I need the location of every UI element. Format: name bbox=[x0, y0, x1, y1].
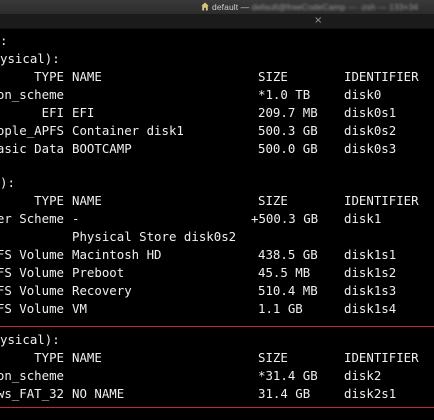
row-identifier: disk1 bbox=[344, 211, 382, 226]
disk1-column-headers: TYPE NAME SIZE IDENTIFIER bbox=[0, 192, 434, 210]
row-name: - bbox=[72, 211, 80, 226]
row-size: +500.3 GB bbox=[251, 211, 319, 226]
column-header-name: NAME bbox=[72, 350, 102, 365]
row-type: FS Volume bbox=[0, 283, 64, 298]
row-identifier: disk0s3 bbox=[344, 141, 397, 156]
row-name: VM bbox=[72, 301, 87, 316]
column-header-size: SIZE bbox=[258, 350, 288, 365]
row-type: FS Volume bbox=[0, 265, 64, 280]
window-title: default — default@freeCodeCamp — -zsh — … bbox=[212, 2, 418, 12]
disk0-column-headers: TYPE NAME SIZE IDENTIFIER bbox=[0, 68, 434, 86]
column-header-identifier: IDENTIFIER bbox=[344, 193, 419, 208]
column-header-type: TYPE bbox=[34, 350, 64, 365]
row-identifier: disk0s2 bbox=[344, 123, 397, 138]
table-row: EFI EFI 209.7 MB disk0s1 bbox=[0, 104, 434, 122]
row-identifier: disk1s4 bbox=[344, 301, 397, 316]
row-name: NO NAME bbox=[72, 386, 125, 401]
row-identifier: disk0s1 bbox=[344, 105, 397, 120]
table-row: FS Volume Recovery 510.4 MB disk1s3 bbox=[0, 282, 434, 300]
row-identifier: disk0 bbox=[344, 87, 382, 102]
row-size: 1.1 GB bbox=[258, 301, 303, 316]
row-type: FS Volume bbox=[0, 247, 64, 262]
disk2-header: ysical): bbox=[0, 331, 434, 349]
row-size: 31.4 GB bbox=[258, 386, 311, 401]
table-row: FS Volume VM 1.1 GB disk1s4 bbox=[0, 300, 434, 318]
table-row: er Scheme - +500.3 GB disk1 bbox=[0, 210, 434, 228]
column-header-type: TYPE bbox=[34, 193, 64, 208]
column-header-size: SIZE bbox=[258, 193, 288, 208]
row-type: on_scheme bbox=[0, 368, 64, 383]
disk0-header: ysical): bbox=[0, 50, 434, 68]
row-identifier: disk1s2 bbox=[344, 265, 397, 280]
column-header-name: NAME bbox=[72, 193, 102, 208]
row-name: Preboot bbox=[72, 265, 125, 280]
disk-header-text: ysical): bbox=[0, 332, 60, 347]
row-name: Physical Store disk0s2 bbox=[72, 229, 237, 244]
table-row: Physical Store disk0s2 bbox=[0, 228, 434, 246]
table-row: asic Data BOOTCAMP 500.0 GB disk0s3 bbox=[0, 140, 434, 158]
disk-header-text: ysical): bbox=[0, 51, 60, 66]
table-row: ws_FAT_32 NO NAME 31.4 GB disk2s1 bbox=[0, 385, 434, 403]
row-size: 510.4 MB bbox=[258, 283, 318, 298]
row-type: asic Data bbox=[0, 141, 64, 156]
row-type: er Scheme bbox=[0, 211, 64, 226]
tab-bar: × bbox=[0, 14, 434, 29]
row-type: EFI bbox=[41, 105, 64, 120]
disk-header-text: ): bbox=[0, 175, 15, 190]
row-size: *1.0 TB bbox=[258, 87, 311, 102]
output-text: : bbox=[0, 33, 8, 48]
home-icon bbox=[201, 2, 209, 11]
row-size: 209.7 MB bbox=[258, 105, 318, 120]
row-type: on_scheme bbox=[0, 87, 64, 102]
row-type: ople_APFS bbox=[0, 123, 64, 138]
row-size: 45.5 MB bbox=[258, 265, 311, 280]
row-name: EFI bbox=[72, 105, 95, 120]
disk2-column-headers: TYPE NAME SIZE IDENTIFIER bbox=[0, 349, 434, 367]
row-size: *31.4 GB bbox=[258, 368, 318, 383]
row-identifier: disk1s1 bbox=[344, 247, 397, 262]
row-type: ws_FAT_32 bbox=[0, 386, 64, 401]
row-identifier: disk1s3 bbox=[344, 283, 397, 298]
terminal-window: default — default@freeCodeCamp — -zsh — … bbox=[0, 0, 434, 420]
title-visible-text: default — bbox=[212, 2, 252, 12]
table-row: on_scheme *31.4 GB disk2 bbox=[0, 367, 434, 385]
column-header-name: NAME bbox=[72, 69, 102, 84]
row-name: Recovery bbox=[72, 283, 132, 298]
table-row: ople_APFS Container disk1 500.3 GB disk0… bbox=[0, 122, 434, 140]
row-size: 500.0 GB bbox=[258, 141, 318, 156]
column-header-type: TYPE bbox=[34, 69, 64, 84]
table-row: FS Volume Preboot 45.5 MB disk1s2 bbox=[0, 264, 434, 282]
terminal-line: : bbox=[0, 32, 434, 50]
column-header-size: SIZE bbox=[258, 69, 288, 84]
title-blurred-text: default@freeCodeCamp — -zsh — 133×34 bbox=[251, 2, 419, 12]
row-name: BOOTCAMP bbox=[72, 141, 132, 156]
close-icon[interactable]: × bbox=[314, 14, 322, 28]
row-name: Macintosh HD bbox=[72, 247, 162, 262]
disk1-header: ): bbox=[0, 174, 434, 192]
row-identifier: disk2 bbox=[344, 368, 382, 383]
row-type: FS Volume bbox=[0, 301, 64, 316]
title-bar: default — default@freeCodeCamp — -zsh — … bbox=[0, 0, 434, 14]
row-identifier: disk2s1 bbox=[344, 386, 397, 401]
row-size: 438.5 GB bbox=[258, 247, 318, 262]
column-header-identifier: IDENTIFIER bbox=[344, 69, 419, 84]
table-row: on_scheme *1.0 TB disk0 bbox=[0, 86, 434, 104]
row-size: 500.3 GB bbox=[258, 123, 318, 138]
column-header-identifier: IDENTIFIER bbox=[344, 350, 419, 365]
row-name: Container disk1 bbox=[72, 123, 184, 138]
table-row: FS Volume Macintosh HD 438.5 GB disk1s1 bbox=[0, 246, 434, 264]
